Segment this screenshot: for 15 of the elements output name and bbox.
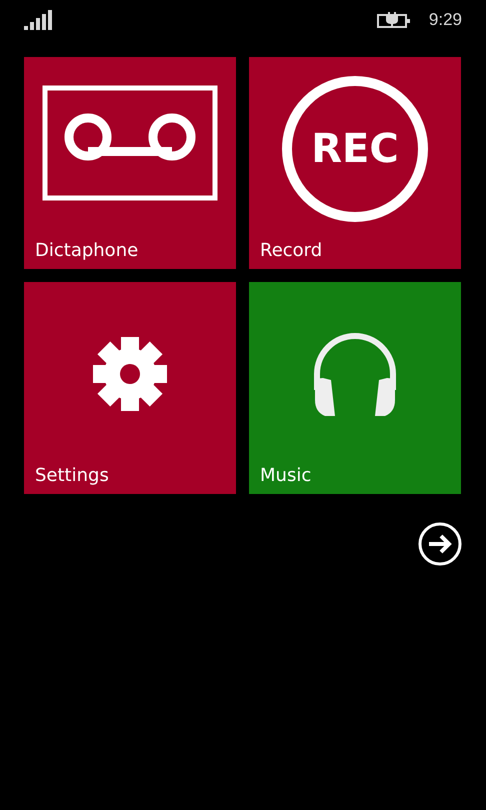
gear-icon — [93, 336, 167, 410]
tile-label: Dictaphone — [35, 240, 138, 261]
app-tile[interactable]: REC Record — [249, 57, 461, 269]
rec-text: REC — [311, 126, 399, 172]
cassette-icon — [42, 84, 218, 200]
app-tile[interactable]: Settings — [24, 282, 236, 494]
signal-icon — [24, 10, 54, 30]
tile-label: Settings — [35, 465, 109, 486]
app-tile[interactable]: Dictaphone — [24, 57, 236, 269]
clock-time: 9:29 — [428, 10, 462, 30]
tile-label: Record — [260, 240, 322, 261]
battery-charging-icon — [376, 11, 411, 29]
tile-label: Music — [260, 465, 312, 486]
app-tile[interactable]: Music — [249, 282, 461, 494]
arrow-right-button[interactable] — [418, 522, 462, 566]
